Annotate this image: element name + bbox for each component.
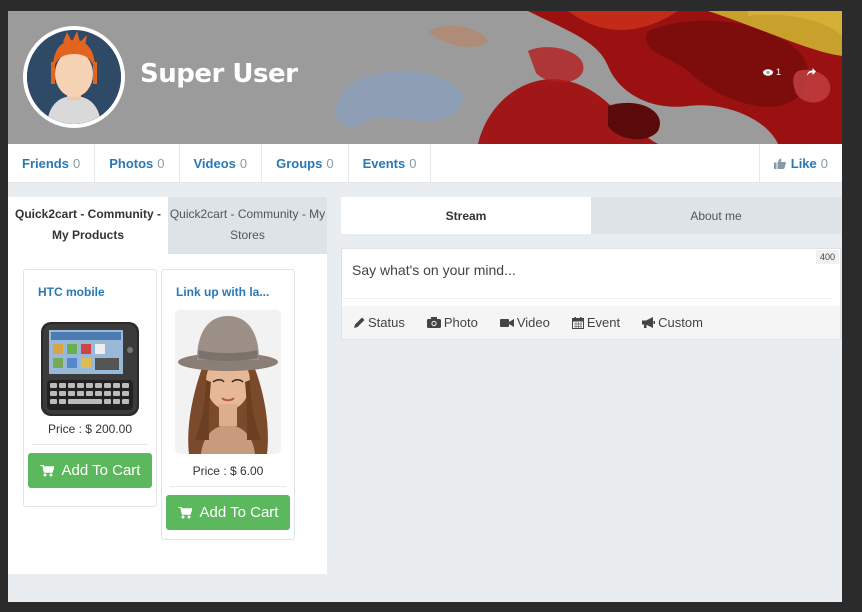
hat-model-image (175, 310, 281, 454)
views-count: 1 (775, 67, 781, 77)
calendar-icon (571, 316, 584, 329)
action-photo-label: Photo (443, 315, 478, 330)
camera-icon (426, 317, 441, 328)
nav-videos-label: Videos (193, 155, 236, 171)
composer-actions: Status Photo Video Event Custom (342, 306, 840, 339)
nav-photos-label: Photos (109, 155, 154, 171)
like-label: Like (790, 155, 817, 171)
tab-about-me[interactable]: About me (591, 197, 841, 234)
nav-groups-label: Groups (276, 155, 323, 171)
action-status[interactable]: Status (354, 315, 405, 330)
card-divider (32, 444, 148, 445)
status-composer: Say what's on your mind... 400 Status Ph… (341, 248, 841, 340)
profile-avatar[interactable] (23, 26, 125, 128)
pencil-icon (354, 317, 365, 328)
action-status-label: Status (368, 315, 405, 330)
video-camera-icon (499, 318, 514, 327)
nav-friends-count: 0 (72, 155, 81, 171)
add-to-cart-button[interactable]: Add To Cart (28, 453, 152, 488)
action-video-label: Video (516, 315, 550, 330)
nav-videos-count: 0 (239, 155, 248, 171)
cover-artwork (8, 11, 842, 144)
stream-tabs: Stream About me (341, 197, 841, 234)
like-button[interactable]: Like 0 (758, 144, 842, 182)
product-image[interactable] (24, 310, 156, 416)
action-event-label: Event (586, 315, 621, 330)
profile-navbar: Friends 0 Photos 0 Videos 0 Groups 0 Eve… (8, 144, 842, 183)
views-stat: 1 (762, 67, 781, 77)
tab-stream[interactable]: Stream (341, 197, 591, 234)
card-divider (170, 486, 286, 487)
share-icon (807, 68, 816, 76)
nav-friends-label: Friends (22, 155, 69, 171)
nav-events-label: Events (362, 155, 406, 171)
action-custom-label: Custom (658, 315, 703, 330)
store-panel: Quick2cart - Community - My Products Qui… (8, 197, 327, 574)
avatar-illustration (27, 30, 121, 124)
nav-events[interactable]: Events 0 (349, 144, 432, 182)
phone-image (41, 322, 139, 416)
add-to-cart-label: Add To Cart (199, 504, 279, 521)
nav-videos[interactable]: Videos 0 (180, 144, 263, 182)
product-card: HTC mobile Price: $ 200.00 Add To Cart (23, 269, 157, 507)
product-price: Price : $ 6.00 (192, 464, 264, 478)
profile-cover: Super User 1 (8, 11, 842, 144)
status-placeholder: Say what's on your mind... (352, 262, 516, 278)
bullhorn-icon (642, 317, 656, 328)
action-event[interactable]: Event (571, 315, 621, 330)
profile-name: Super User (140, 59, 298, 89)
product-grid: HTC mobile Price: $ 200.00 Add To Cart … (8, 254, 327, 574)
cover-stats: 1 (762, 67, 816, 77)
product-name[interactable]: Link up with la... (162, 270, 294, 310)
action-photo[interactable]: Photo (426, 315, 478, 330)
like-count: 0 (820, 155, 828, 171)
product-image[interactable] (162, 310, 294, 454)
thumbs-up-icon (773, 157, 786, 169)
eye-icon (762, 68, 773, 76)
action-video[interactable]: Video (499, 315, 550, 330)
share-button[interactable] (807, 68, 816, 76)
nav-events-count: 0 (409, 155, 417, 171)
cart-icon (39, 464, 54, 476)
action-custom[interactable]: Custom (642, 315, 703, 330)
nav-groups-count: 0 (326, 155, 334, 171)
cart-icon (177, 506, 192, 518)
app-frame: Super User 1 Friends 0 Photos 0 Videos 0… (8, 11, 842, 602)
tab-my-products[interactable]: Quick2cart - Community - My Products (8, 197, 168, 254)
char-counter: 400 (815, 250, 839, 264)
add-to-cart-button[interactable]: Add To Cart (166, 495, 290, 530)
product-card: Link up with la... Price: $ 6.00 Add To… (161, 269, 295, 540)
store-tabs: Quick2cart - Community - My Products Qui… (8, 197, 327, 254)
nav-friends[interactable]: Friends 0 (8, 144, 96, 182)
tab-my-stores[interactable]: Quick2cart - Community - My Stores (168, 197, 327, 254)
nav-groups[interactable]: Groups 0 (262, 144, 349, 182)
product-price: Price : $ 200.00 (47, 422, 133, 436)
nav-photos-count: 0 (157, 155, 165, 171)
add-to-cart-label: Add To Cart (61, 462, 141, 479)
product-name[interactable]: HTC mobile (24, 270, 156, 310)
nav-photos[interactable]: Photos 0 (95, 144, 180, 182)
